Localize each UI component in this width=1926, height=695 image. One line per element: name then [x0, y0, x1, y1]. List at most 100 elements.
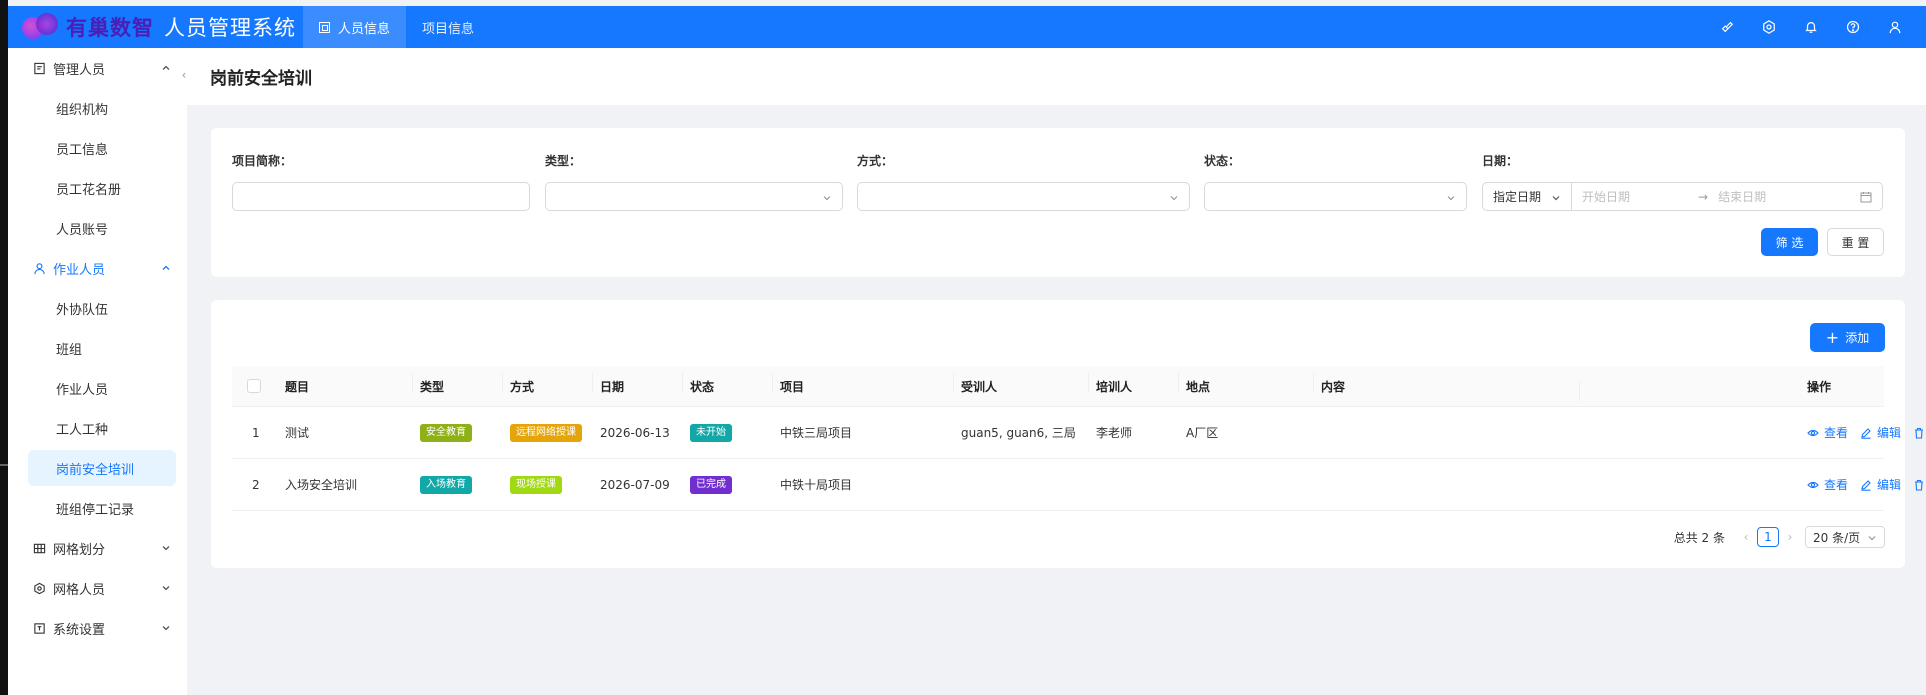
row-status-cell: 已完成 — [690, 475, 780, 494]
filter-panel: 项目简称： 类型： 方式： 状态： 日期： 指定日期 开始日期 → 结束日期 筛… — [211, 128, 1905, 277]
header-actions — [1706, 6, 1926, 48]
logo[interactable]: 有巢数智 人员管理系统 — [8, 6, 303, 48]
edit-button[interactable]: 编辑 — [1860, 476, 1901, 493]
view-button[interactable]: 查看 — [1807, 476, 1848, 493]
table-row: 2 入场安全培训 入场教育 现场授课 2026-07-09 已完成 中铁十局项目… — [232, 459, 1924, 511]
date-range-picker[interactable]: 开始日期 → 结束日期 — [1572, 182, 1883, 211]
bell-icon[interactable] — [1790, 6, 1832, 48]
worker-icon — [32, 261, 46, 275]
type-select[interactable] — [545, 182, 843, 211]
view-button[interactable]: 查看 — [1807, 424, 1848, 441]
sidebar-group-label: 系统设置 — [53, 622, 106, 638]
row-status-cell: 未开始 — [690, 423, 780, 442]
next-page-icon[interactable]: › — [1783, 530, 1797, 544]
trash-icon — [1915, 427, 1924, 439]
brush-icon[interactable] — [1706, 6, 1748, 48]
top-nav-label: 项目信息 — [422, 21, 475, 37]
sidebar-group-grid-people[interactable]: 网格人员 — [8, 568, 187, 608]
add-button[interactable]: + 添加 — [1810, 323, 1885, 352]
table-row: 1 测试 安全教育 远程网络授课 2026-06-13 未开始 中铁三局项目 g… — [232, 407, 1924, 459]
logo-text: 有巢数智 — [66, 16, 154, 40]
col-ops: 操作 — [1807, 379, 1832, 394]
row-type-cell: 安全教育 — [420, 423, 510, 442]
row-project: 中铁十局项目 — [780, 478, 853, 492]
edit-label: 编辑 — [1877, 478, 1902, 492]
row-topic: 入场安全培训 — [285, 478, 358, 492]
sidebar-item-workers[interactable]: 作业人员 — [8, 368, 187, 408]
sidebar-item-employee-info[interactable]: 员工信息 — [8, 128, 187, 168]
grid-people-icon — [32, 581, 46, 595]
edge-mark — [0, 464, 8, 466]
sidebar-item-stoppage[interactable]: 班组停工记录 — [8, 488, 187, 528]
help-icon[interactable] — [1832, 6, 1874, 48]
edit-button[interactable]: 编辑 — [1860, 424, 1901, 441]
page-title-bar: 岗前安全培训 — [187, 48, 1926, 105]
add-button-label: 添加 — [1845, 331, 1870, 345]
status-badge: 未开始 — [690, 423, 732, 442]
table-panel: + 添加 题目 类型 方式 日期 状态 项目 受训人 培训人 地点 内容 操作 … — [211, 300, 1924, 568]
filter-button[interactable]: 筛 选 — [1761, 228, 1818, 256]
row-index: 1 — [252, 425, 260, 440]
chevron-down-icon — [1551, 192, 1561, 202]
row-index: 2 — [252, 477, 260, 492]
row-topic: 测试 — [285, 426, 310, 440]
filter-date: 日期： 指定日期 开始日期 → 结束日期 — [1482, 152, 1883, 211]
date-type-value: 指定日期 — [1493, 190, 1542, 204]
app-title: 人员管理系统 — [164, 16, 296, 40]
total-count: 总共 2 条 — [1673, 530, 1725, 545]
table-header: 题目 类型 方式 日期 状态 项目 受训人 培训人 地点 内容 操作 — [232, 366, 1884, 407]
select-all-checkbox[interactable] — [247, 379, 261, 393]
delete-button[interactable]: 删除 — [1913, 476, 1926, 493]
reset-button[interactable]: 重 置 — [1827, 228, 1884, 256]
plus-icon: + — [1825, 327, 1840, 347]
row-ops: 查看 编辑 删除 — [1807, 424, 1926, 441]
project-name-input[interactable] — [232, 182, 530, 211]
col-content: 内容 — [1313, 372, 1587, 395]
sidebar-group-workers[interactable]: 作业人员 — [8, 248, 187, 288]
sidebar-group-grid[interactable]: 网格划分 — [8, 528, 187, 568]
chevron-up-icon — [161, 63, 171, 73]
date-type-select[interactable]: 指定日期 — [1482, 182, 1572, 211]
mode-tag: 远程网络授课 — [510, 423, 582, 442]
date-end-input[interactable]: 结束日期 — [1718, 188, 1766, 205]
top-nav: 人员信息 项目信息 — [303, 6, 490, 48]
sidebar-item-trades[interactable]: 工人工种 — [8, 408, 187, 448]
date-start-input[interactable]: 开始日期 — [1582, 188, 1630, 205]
delete-button[interactable]: 删除 — [1913, 424, 1926, 441]
row-mode-cell: 远程网络授课 — [510, 423, 600, 442]
sidebar-item-safety-training[interactable]: 岗前安全培训 — [28, 450, 176, 486]
sidebar-group-system[interactable]: 系统设置 — [8, 608, 187, 648]
col-status: 状态 — [682, 372, 780, 395]
edit-label: 编辑 — [1877, 426, 1902, 440]
settings-icon[interactable] — [1748, 6, 1790, 48]
status-select[interactable] — [1204, 182, 1467, 211]
pagination: 总共 2 条 ‹ 1 › 20 条/页 — [1674, 526, 1885, 548]
top-nav-project[interactable]: 项目信息 — [406, 6, 490, 48]
col-location: 地点 — [1178, 372, 1321, 395]
sidebar-group-label: 网格人员 — [53, 582, 106, 598]
top-header: 有巢数智 人员管理系统 人员信息 项目信息 — [8, 6, 1926, 48]
type-tag: 入场教育 — [420, 475, 472, 494]
row-date: 2026-07-09 — [600, 477, 670, 492]
page-number[interactable]: 1 — [1757, 527, 1779, 547]
user-icon[interactable] — [1874, 6, 1916, 48]
sidebar-item-outsource[interactable]: 外协队伍 — [8, 288, 187, 328]
mode-select[interactable] — [857, 182, 1190, 211]
sidebar-item-accounts[interactable]: 人员账号 — [8, 208, 187, 248]
col-topic: 题目 — [285, 379, 310, 394]
top-nav-personnel[interactable]: 人员信息 — [303, 6, 407, 48]
sidebar-item-org[interactable]: 组织机构 — [8, 88, 187, 128]
sidebar-item-team[interactable]: 班组 — [8, 328, 187, 368]
mode-tag: 现场授课 — [510, 475, 562, 494]
prev-page-icon[interactable]: ‹ — [1739, 530, 1753, 544]
page-size-select[interactable]: 20 条/页 — [1805, 526, 1885, 548]
sidebar-group-managers[interactable]: 管理人员 — [8, 48, 187, 88]
training-table: 题目 类型 方式 日期 状态 项目 受训人 培训人 地点 内容 操作 1 测试 … — [232, 366, 1924, 511]
filter-mode: 方式： — [857, 152, 1190, 211]
top-nav-label: 人员信息 — [338, 21, 391, 37]
col-trainer: 培训人 — [1088, 372, 1186, 395]
page-title: 岗前安全培训 — [210, 69, 312, 89]
eye-icon — [1807, 481, 1819, 488]
sidebar-item-roster[interactable]: 员工花名册 — [8, 168, 187, 208]
col-mode: 方式 — [502, 372, 600, 395]
